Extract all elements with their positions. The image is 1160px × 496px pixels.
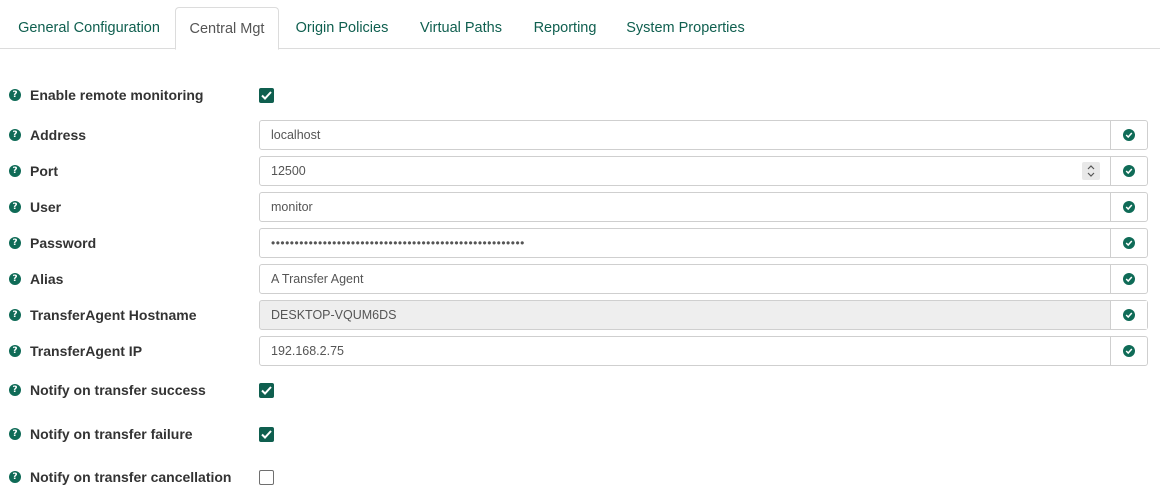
row-transferagent-hostname: ? TransferAgent Hostname DESKTOP-VQUM6DS [0,300,1160,330]
port-label: Port [30,163,58,179]
question-circle-icon[interactable]: ? [9,237,21,249]
row-enable-remote-monitoring: ? Enable remote monitoring [0,80,1160,110]
user-label: User [30,199,62,215]
port-input[interactable]: 12500 [259,156,1148,186]
row-notify-failure: ? Notify on transfer failure [0,419,1160,449]
notify-failure-label: Notify on transfer failure [30,426,193,442]
password-label: Password [30,235,97,251]
password-valid-addon [1110,229,1147,257]
tab-system-properties[interactable]: System Properties [618,7,753,49]
check-circle-icon [1123,201,1135,213]
question-circle-icon[interactable]: ? [9,345,21,357]
alias-input[interactable]: A Transfer Agent [259,264,1148,294]
question-circle-icon[interactable]: ? [9,471,21,483]
tab-bar: General Configuration Central Mgt Origin… [0,0,1160,50]
hostname-label: TransferAgent Hostname [30,307,197,323]
ip-value: 192.168.2.75 [271,344,344,358]
tab-origin-policies[interactable]: Origin Policies [287,7,397,49]
notify-failure-checkbox[interactable] [259,427,274,442]
row-address: ? Address localhost [0,120,1160,150]
enable-remote-monitoring-checkbox[interactable] [259,88,274,103]
address-value: localhost [271,128,321,142]
row-port: ? Port 12500 [0,156,1160,186]
password-value: ••••••••••••••••••••••••••••••••••••••••… [271,236,525,250]
question-circle-icon[interactable]: ? [9,428,21,440]
ip-input[interactable]: 192.168.2.75 [259,336,1148,366]
address-label: Address [30,127,87,143]
row-notify-success: ? Notify on transfer success [0,375,1160,405]
question-circle-icon[interactable]: ? [9,384,21,396]
tab-general-configuration[interactable]: General Configuration [8,7,170,49]
question-circle-icon[interactable]: ? [9,309,21,321]
ip-valid-addon [1110,337,1147,365]
user-valid-addon [1110,193,1147,221]
question-circle-icon[interactable]: ? [9,273,21,285]
question-circle-icon[interactable]: ? [9,201,21,213]
port-stepper[interactable] [1082,162,1100,180]
row-alias: ? Alias A Transfer Agent [0,264,1160,294]
password-input[interactable]: ••••••••••••••••••••••••••••••••••••••••… [259,228,1148,258]
ip-label: TransferAgent IP [30,343,143,359]
user-input[interactable]: monitor [259,192,1148,222]
checkmark-icon [261,430,272,439]
alias-valid-addon [1110,265,1147,293]
check-circle-icon [1123,345,1135,357]
hostname-value: DESKTOP-VQUM6DS [271,308,397,322]
hostname-valid-addon [1110,301,1147,329]
alias-label: Alias [30,271,64,287]
port-valid-addon [1110,157,1147,185]
row-password: ? Password •••••••••••••••••••••••••••••… [0,228,1160,258]
address-input[interactable]: localhost [259,120,1148,150]
checkmark-icon [261,91,272,100]
chevron-up-down-icon [1087,165,1095,177]
question-circle-icon[interactable]: ? [9,89,21,101]
tab-reporting[interactable]: Reporting [525,7,605,49]
row-transferagent-ip: ? TransferAgent IP 192.168.2.75 [0,336,1160,366]
alias-value: A Transfer Agent [271,272,364,286]
row-notify-cancellation: ? Notify on transfer cancellation [0,462,1160,492]
checkmark-icon [261,386,272,395]
check-circle-icon [1123,129,1135,141]
hostname-input: DESKTOP-VQUM6DS [259,300,1148,330]
tab-virtual-paths[interactable]: Virtual Paths [410,7,512,49]
tab-central-mgt[interactable]: Central Mgt [175,7,279,50]
check-circle-icon [1123,237,1135,249]
port-value: 12500 [271,164,306,178]
check-circle-icon [1123,165,1135,177]
notify-cancellation-checkbox[interactable] [259,470,274,485]
notify-cancellation-label: Notify on transfer cancellation [30,469,232,485]
row-user: ? User monitor [0,192,1160,222]
notify-success-label: Notify on transfer success [30,382,206,398]
question-circle-icon[interactable]: ? [9,129,21,141]
enable-remote-monitoring-label: Enable remote monitoring [30,87,204,103]
check-circle-icon [1123,273,1135,285]
user-value: monitor [271,200,313,214]
question-circle-icon[interactable]: ? [9,165,21,177]
check-circle-icon [1123,309,1135,321]
notify-success-checkbox[interactable] [259,383,274,398]
address-valid-addon [1110,121,1147,149]
